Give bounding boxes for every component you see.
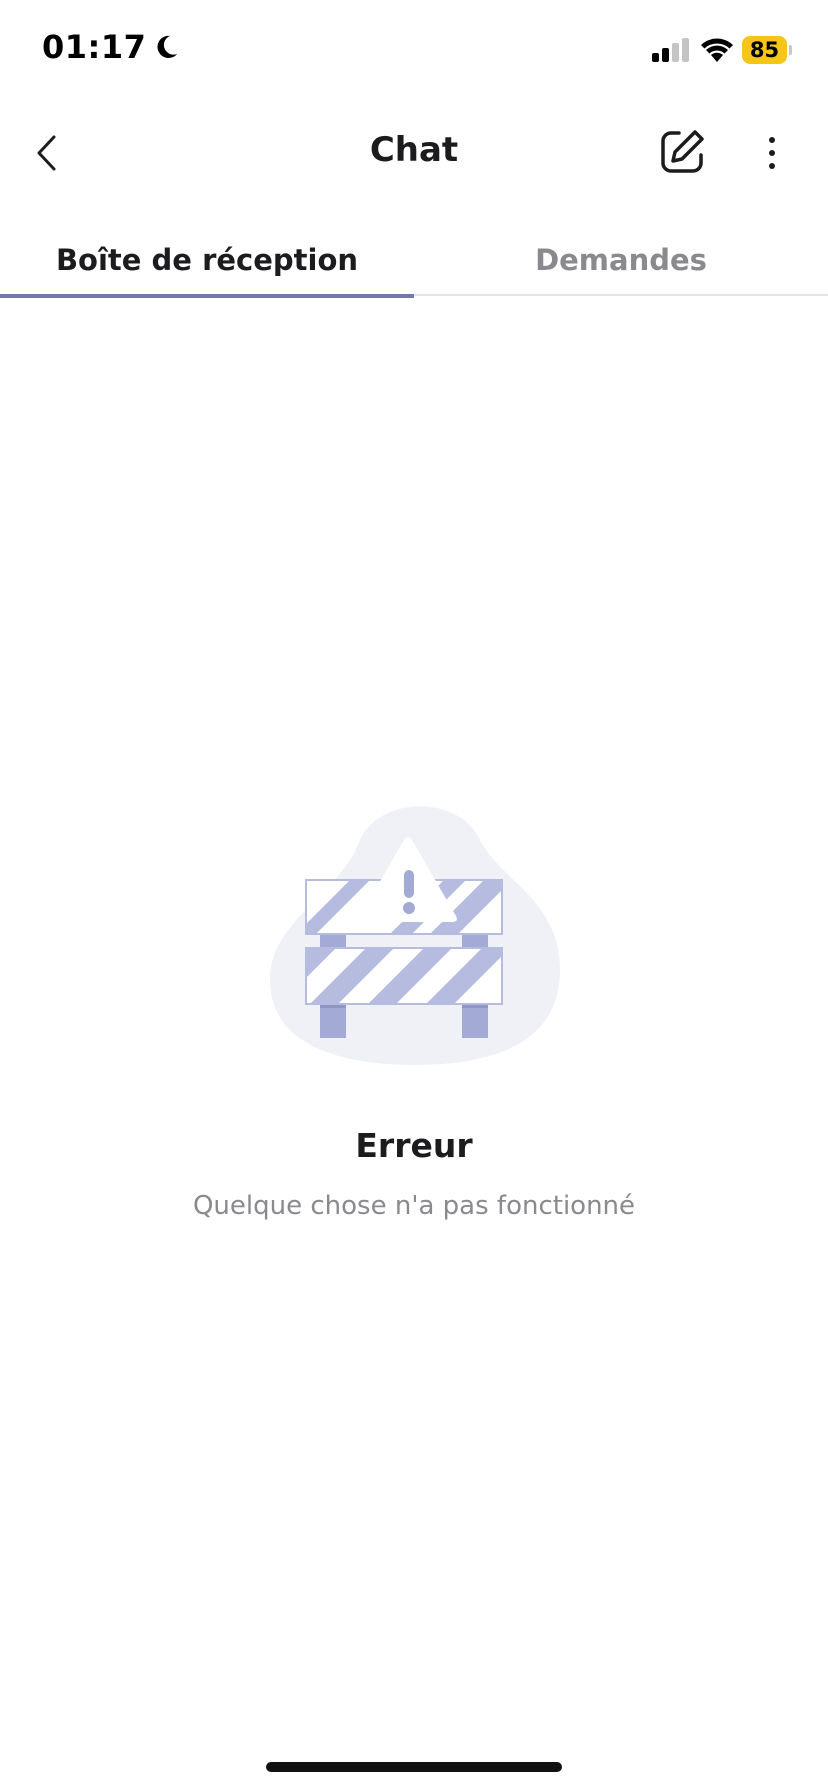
battery-level: 85 xyxy=(742,36,788,64)
compose-button[interactable] xyxy=(654,124,710,180)
status-time-text: 01:17 xyxy=(42,28,147,66)
tab-inbox[interactable]: Boîte de réception xyxy=(0,224,414,298)
barrier-warning-icon xyxy=(270,806,560,1065)
battery-icon: 85 xyxy=(742,36,792,64)
battery-tip xyxy=(789,45,792,55)
tab-requests[interactable]: Demandes xyxy=(414,224,828,296)
error-title: Erreur xyxy=(355,1126,473,1165)
moon-icon xyxy=(157,35,178,58)
tab-bar: Boîte de réception Demandes xyxy=(0,224,828,298)
wifi-icon xyxy=(701,38,733,62)
home-indicator[interactable] xyxy=(266,1762,562,1772)
more-vertical-icon xyxy=(769,137,775,169)
status-bar: 01:17 85 xyxy=(0,0,828,100)
status-time: 01:17 xyxy=(42,28,180,66)
header: Chat xyxy=(0,100,828,206)
more-options-button[interactable] xyxy=(752,126,792,180)
error-message: Quelque chose n'a pas fonctionné xyxy=(192,1191,636,1221)
chat-screen: 01:17 85 Chat Boîte de réception Demande… xyxy=(0,0,828,1792)
compose-icon xyxy=(661,130,704,173)
signal-icon xyxy=(652,38,689,62)
